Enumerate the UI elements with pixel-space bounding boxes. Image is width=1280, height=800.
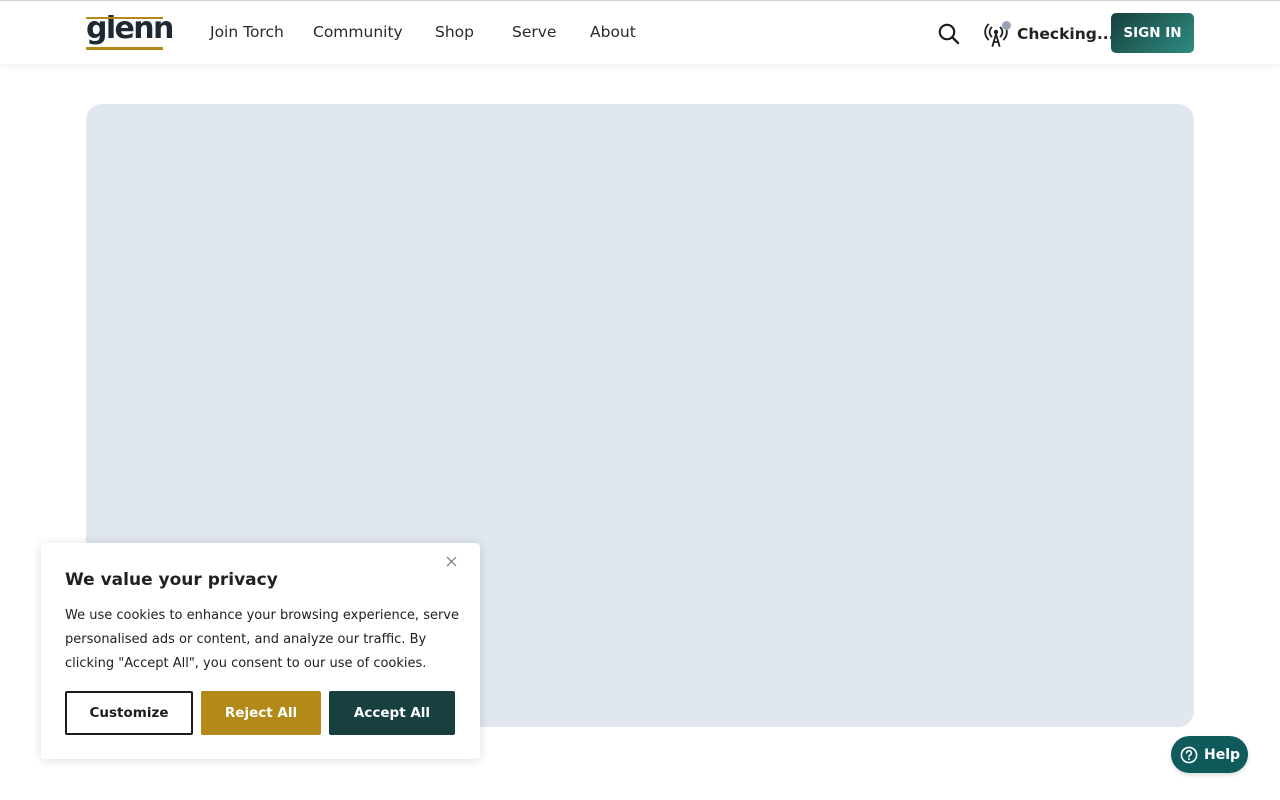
nav-community[interactable]: Community bbox=[313, 23, 403, 41]
help-label: Help bbox=[1204, 746, 1241, 763]
logo-accent-top bbox=[86, 17, 163, 19]
sign-in-button[interactable]: SIGN IN bbox=[1111, 13, 1194, 53]
nav-join-torch[interactable]: Join Torch bbox=[210, 23, 284, 41]
cookie-message: We use cookies to enhance your browsing … bbox=[65, 608, 459, 671]
search-icon bbox=[938, 23, 960, 45]
nav-serve[interactable]: Serve bbox=[512, 23, 556, 41]
accept-all-button[interactable]: Accept All bbox=[329, 691, 455, 735]
search-button[interactable] bbox=[936, 21, 962, 47]
cookie-close-button[interactable] bbox=[442, 552, 460, 570]
customize-button[interactable]: Customize bbox=[65, 691, 193, 735]
nav-shop[interactable]: Shop bbox=[435, 23, 474, 41]
status-text: Checking... bbox=[1017, 25, 1115, 43]
site-header: glenn Join Torch Community Shop Serve Ab… bbox=[0, 1, 1280, 64]
status-icon-wrap bbox=[984, 19, 1011, 49]
nav-about[interactable]: About bbox=[590, 23, 636, 41]
question-circle-icon bbox=[1180, 746, 1198, 763]
reject-all-button[interactable]: Reject All bbox=[201, 691, 321, 735]
close-icon bbox=[446, 556, 457, 567]
cookie-consent-banner: We value your privacy We use cookies to … bbox=[41, 543, 480, 759]
cookie-title: We value your privacy bbox=[65, 570, 278, 590]
connection-status[interactable]: Checking... bbox=[984, 17, 1115, 51]
logo-accent-bottom bbox=[86, 47, 163, 50]
status-dot bbox=[1002, 21, 1011, 30]
logo[interactable]: glenn bbox=[86, 14, 174, 50]
help-button[interactable]: Help bbox=[1171, 736, 1248, 773]
